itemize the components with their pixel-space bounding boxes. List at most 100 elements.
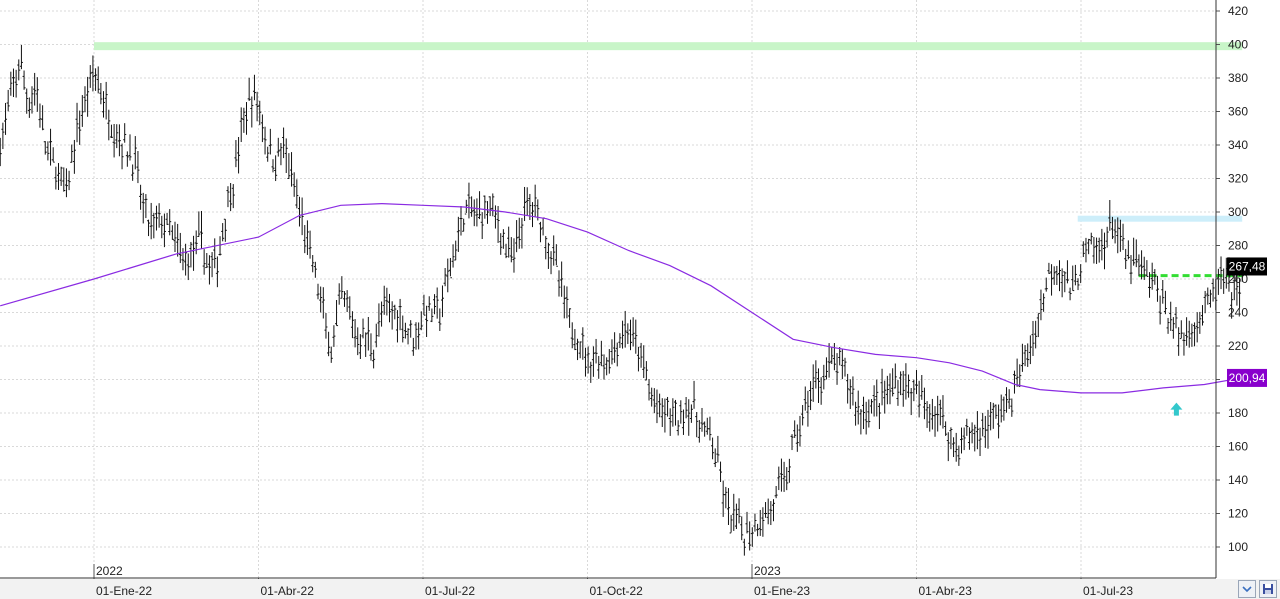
price-bar <box>311 255 315 273</box>
price-bar <box>909 388 913 416</box>
y-axis-labels: 1001201401601802002202402602803003203403… <box>1228 4 1248 554</box>
price-bar <box>697 420 701 443</box>
price-bar <box>817 368 821 403</box>
price-bar <box>806 390 810 427</box>
price-bar <box>531 202 535 228</box>
price-bar <box>491 193 495 217</box>
moving-average <box>0 202 1243 394</box>
price-bar <box>342 291 346 307</box>
price-bar <box>199 210 203 249</box>
price-bar <box>160 215 164 239</box>
price-bar <box>1129 255 1133 285</box>
price-bar <box>263 126 267 155</box>
price-bar <box>652 388 656 414</box>
price-bar <box>570 322 574 349</box>
price-bar <box>157 203 161 228</box>
price-bar <box>742 538 746 556</box>
price-bar <box>1036 312 1040 338</box>
price-bar <box>668 408 672 436</box>
price-bar <box>650 387 654 407</box>
price-bar <box>358 334 362 360</box>
price-bar <box>846 373 850 404</box>
y-tick-label: 240 <box>1228 306 1248 320</box>
price-bar <box>703 421 707 437</box>
collapse-chevron-button[interactable] <box>1238 580 1256 598</box>
price-bar <box>862 396 866 430</box>
price-bar <box>133 136 137 170</box>
price-bar <box>88 65 92 88</box>
price-bar <box>14 69 18 98</box>
price-bar <box>843 357 847 377</box>
price-bar <box>67 170 71 191</box>
price-bar <box>1100 228 1104 261</box>
price-bar <box>46 141 50 161</box>
price-bar <box>1108 200 1112 231</box>
moving-average-tag: 200,94 <box>1227 368 1267 387</box>
price-bar <box>300 197 304 236</box>
price-bar <box>1134 239 1138 268</box>
price-bar <box>9 71 13 96</box>
price-bar <box>766 498 770 525</box>
price-bar <box>279 142 283 166</box>
price-bar <box>369 333 373 361</box>
price-bar <box>35 77 39 112</box>
save-button[interactable] <box>1259 580 1277 598</box>
price-bar <box>70 144 74 163</box>
price-bar <box>62 167 66 192</box>
price-bar <box>557 270 561 297</box>
price-bar <box>154 205 158 231</box>
price-bar <box>205 253 209 269</box>
price-bar <box>83 86 87 113</box>
price-bar <box>321 287 325 319</box>
price-bar <box>793 420 797 438</box>
price-bar <box>719 461 723 483</box>
up-arrow-marker <box>1170 402 1183 416</box>
price-bar <box>324 313 328 339</box>
price-bar <box>210 252 214 278</box>
price-bar <box>274 155 278 182</box>
price-bar <box>329 346 333 363</box>
price-bar <box>64 168 68 198</box>
price-bar <box>771 499 775 522</box>
price-bar <box>711 437 715 460</box>
price-bar <box>1166 317 1170 334</box>
price-bar <box>1084 237 1088 263</box>
price-bar <box>1005 387 1009 413</box>
price-bar <box>907 374 911 398</box>
price-bar <box>104 81 108 120</box>
price-bar <box>795 424 799 452</box>
price-bar <box>1089 232 1093 245</box>
price-bar <box>676 420 680 436</box>
price-bar <box>1052 266 1056 285</box>
price-bar <box>144 194 148 219</box>
price-bar <box>573 329 577 351</box>
price-bar <box>1169 301 1173 331</box>
price-bar <box>1200 305 1204 326</box>
price-bar <box>1137 254 1141 277</box>
price-bar <box>467 182 471 219</box>
price-bar <box>994 404 998 419</box>
price-bar <box>1155 275 1159 302</box>
price-bar <box>679 400 683 424</box>
price-bar <box>1132 237 1136 266</box>
price-bar <box>17 59 21 81</box>
y-tick-label: 340 <box>1228 138 1248 152</box>
price-bar <box>128 134 132 161</box>
price-bar <box>1158 295 1162 325</box>
y-tick-label: 100 <box>1228 540 1248 554</box>
price-bar <box>1171 317 1175 339</box>
price-bar <box>221 223 225 242</box>
price-bar <box>1076 278 1080 291</box>
price-bar <box>954 432 958 462</box>
price-bar <box>268 128 272 155</box>
price-bar <box>353 319 357 348</box>
price-bar <box>282 127 286 159</box>
price-bar <box>655 389 659 424</box>
price-bar <box>11 68 15 98</box>
y-tick-label: 360 <box>1228 105 1248 119</box>
price-bar <box>38 103 42 128</box>
price-bar <box>748 521 752 551</box>
price-bar <box>983 415 987 448</box>
price-bar <box>178 232 182 264</box>
price-bar <box>419 311 423 331</box>
